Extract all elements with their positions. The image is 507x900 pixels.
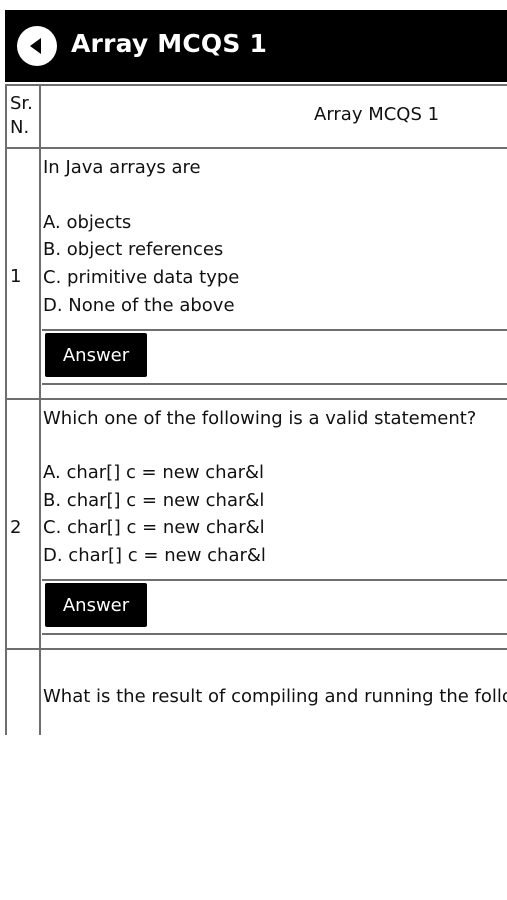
screen: Array MCQS 1 Sr. N. Array MCQS 1 1 In Ja…	[0, 0, 507, 900]
option-b: B. char[] c = new char&l	[43, 490, 265, 511]
option-d: D. None of the above	[43, 295, 235, 316]
answer-button[interactable]: Answer	[45, 333, 147, 377]
question-text: Which one of the following is a valid st…	[43, 408, 477, 429]
question-text: What is the result of compiling and runn…	[43, 686, 507, 707]
option-a: A. char[] c = new char&l	[43, 462, 265, 483]
question-text: In Java arrays are	[43, 157, 201, 178]
header-row-divider	[5, 147, 507, 149]
row-number: 1	[10, 266, 22, 287]
back-arrow-icon	[30, 38, 41, 54]
answer-bar: Answer	[42, 329, 507, 385]
row-divider	[5, 648, 507, 650]
option-c: C. primitive data type	[43, 267, 240, 288]
back-button[interactable]	[17, 26, 57, 66]
column-divider	[39, 84, 41, 735]
sr-number-header-text: Sr. N.	[10, 93, 33, 139]
question-column-header: Array MCQS 1	[314, 104, 440, 125]
option-b: B. object references	[43, 239, 224, 260]
answer-button[interactable]: Answer	[45, 583, 147, 627]
option-c: C. char[] c = new char&l	[43, 517, 265, 538]
option-d: D. char[] c = new char&l	[43, 545, 266, 566]
app-header: Array MCQS 1	[5, 10, 507, 82]
row-number: 2	[10, 517, 22, 538]
answer-bar: Answer	[42, 579, 507, 635]
sr-number-header: Sr. N.	[10, 92, 38, 141]
table-border-top	[5, 84, 507, 86]
page-title: Array MCQS 1	[71, 29, 268, 58]
mcq-table: Sr. N. Array MCQS 1 1 In Java arrays are…	[5, 84, 507, 735]
row-divider	[5, 398, 507, 400]
option-a: A. objects	[43, 212, 132, 233]
table-border-left	[5, 84, 7, 735]
